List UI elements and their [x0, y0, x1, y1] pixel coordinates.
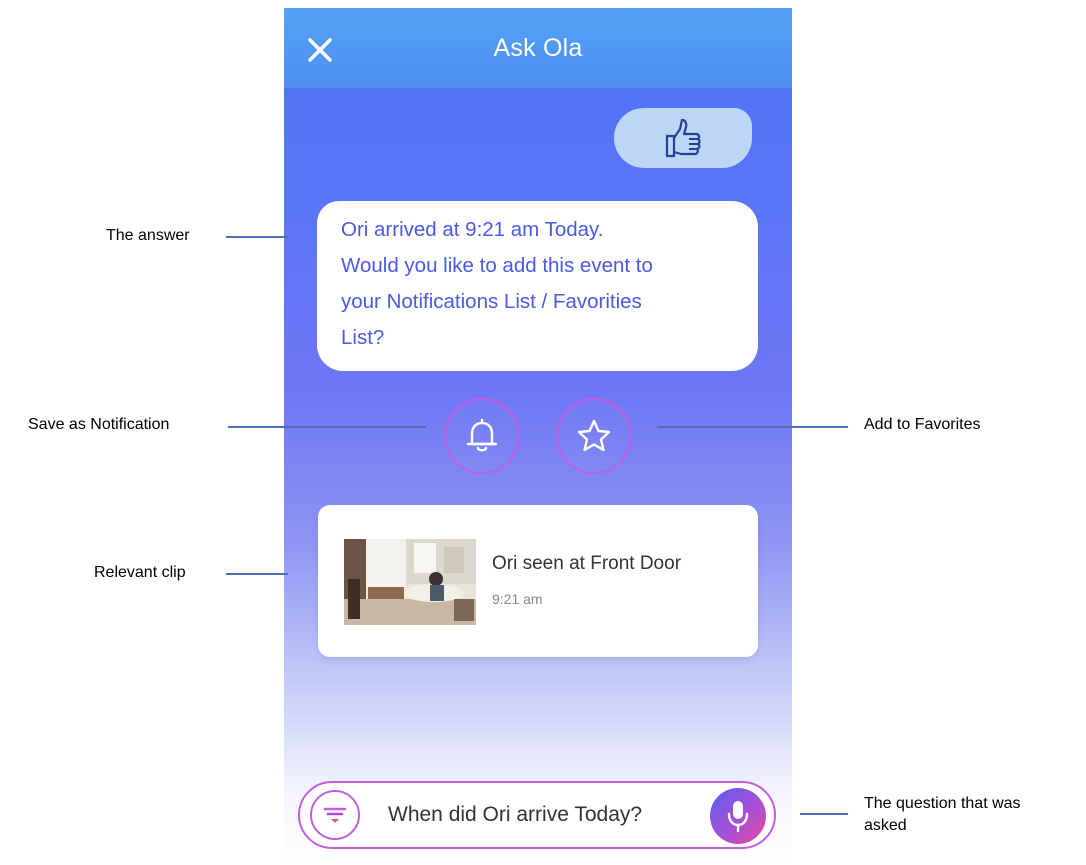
close-icon	[308, 38, 332, 62]
page-title: Ask Ola	[493, 33, 583, 62]
answer-bubble: Ori arrived at 9:21 am Today. Would you …	[317, 201, 758, 371]
answer-line-2: Would you like to add this event to	[341, 254, 653, 277]
bell-icon	[466, 418, 498, 452]
add-favorite-button[interactable]	[556, 398, 632, 474]
thumbs-up-icon	[665, 118, 701, 158]
header-bar: Ask Ola	[284, 8, 792, 88]
question-text: When did Ori arrive Today?	[388, 803, 643, 826]
answer-line-3: your Notifications List / Favorities	[341, 290, 642, 313]
annotation-add-favorites: Add to Favorites	[864, 416, 981, 433]
question-bar[interactable]: When did Ori arrive Today?	[298, 781, 776, 849]
clip-thumbnail[interactable]	[344, 539, 476, 625]
leader-save-notification	[228, 426, 426, 428]
leader-add-favorites	[657, 426, 848, 428]
reaction-bubble	[614, 108, 752, 168]
leader-question	[800, 813, 848, 815]
annotation-save-notification: Save as Notification	[28, 416, 170, 433]
relevant-clip-card[interactable]: Ori seen at Front Door 9:21 am	[318, 505, 758, 657]
annotation-relevant-clip: Relevant clip	[94, 564, 186, 581]
annotation-question-line-1: The question that was	[864, 795, 1021, 812]
save-notification-button[interactable]	[444, 398, 520, 474]
microphone-icon	[727, 801, 749, 833]
clip-time: 9:21 am	[492, 591, 543, 607]
annotation-question-line-2: asked	[864, 817, 907, 834]
star-icon	[577, 419, 611, 452]
clip-title: Ori seen at Front Door	[492, 553, 682, 574]
phone-screen: Ask Ola Ori arrived at 9:21 am Today. Wo…	[284, 8, 792, 865]
answer-line-1: Ori arrived at 9:21 am Today.	[341, 218, 604, 241]
answer-line-4: List?	[341, 326, 385, 349]
microphone-button[interactable]	[710, 788, 766, 844]
close-button[interactable]	[302, 32, 338, 68]
leader-answer	[226, 236, 288, 238]
filter-button[interactable]	[310, 790, 360, 840]
filter-icon	[323, 807, 347, 823]
annotation-answer: The answer	[106, 227, 190, 244]
leader-relevant-clip	[226, 573, 288, 575]
